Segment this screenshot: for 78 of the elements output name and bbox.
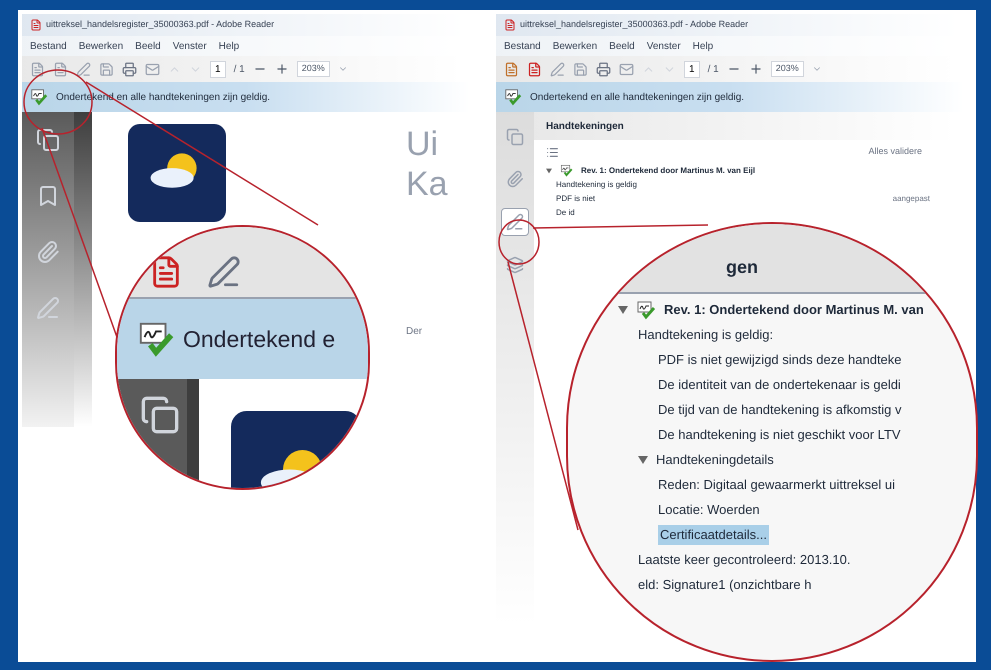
paperclip-icon <box>506 170 524 188</box>
pages-icon <box>506 128 524 146</box>
document-icon[interactable] <box>53 62 68 76</box>
signature-status-text: Ondertekend e <box>183 324 336 354</box>
tree-item[interactable]: De handtekening is niet geschikt voor LTV <box>658 425 901 445</box>
expand-triangle-icon[interactable] <box>638 455 648 465</box>
tree-item[interactable]: PDF is niet <box>556 193 596 205</box>
panel-title: Handtekeningen <box>546 120 624 134</box>
tree-item[interactable]: De identiteit van de ondertekenaar is geldi <box>658 375 901 395</box>
tree-item[interactable]: Locatie: Woerden <box>658 500 760 520</box>
tree-item[interactable]: Certificaatdetails... <box>658 525 769 545</box>
menu-item[interactable]: Beeld <box>135 38 161 54</box>
layers-icon <box>506 256 524 274</box>
zoom-in-icon[interactable] <box>274 62 289 76</box>
expand-triangle-icon[interactable] <box>546 168 552 174</box>
tree-item[interactable]: Laatste keer gecontroleerd: 2013.10. <box>638 550 850 570</box>
signature-status-text: Ondertekend en alle handtekeningen zijn geldig. <box>530 90 744 104</box>
tree-item[interactable]: Handtekening is geldig <box>556 179 637 191</box>
expand-triangle-icon[interactable] <box>618 305 628 315</box>
sidebar-button[interactable] <box>501 208 529 236</box>
edit-icon <box>207 255 241 289</box>
highlight-circle <box>498 219 540 265</box>
tree-item[interactable]: Rev. 1: Ondertekend door Martinus M. van Eijl <box>581 164 756 176</box>
menu-item[interactable]: Venster <box>646 38 681 54</box>
mail-icon[interactable] <box>619 62 634 76</box>
signature-check-icon <box>137 320 175 358</box>
signature-check-icon <box>636 300 656 320</box>
options-icon[interactable] <box>546 146 559 158</box>
page-count: / 1 <box>234 62 245 76</box>
pdf-file-icon <box>30 19 42 31</box>
document-icon[interactable] <box>504 62 519 76</box>
window-title: uittreksel_handelsregister_35000363.pdf - Adobe Reader <box>520 18 748 32</box>
page-field[interactable]: 1 <box>684 60 700 78</box>
menu-item[interactable]: Bewerken <box>552 38 598 54</box>
document-heading: Ui <box>406 124 440 164</box>
tree-item[interactable]: PDF is niet gewijzigd sinds deze handteke <box>658 350 902 370</box>
tree-item-note: aangepast <box>892 193 931 205</box>
edit-icon[interactable] <box>76 62 91 76</box>
paperclip-icon[interactable] <box>36 240 60 264</box>
pdf-file-icon <box>504 19 516 31</box>
save-icon[interactable] <box>573 62 588 76</box>
tree-item[interactable]: Rev. 1: Ondertekend door Martinus M. van <box>664 300 924 320</box>
zoom-field[interactable]: 203% <box>296 61 330 77</box>
tree-item[interactable]: De tijd van de handtekening is afkomstig v <box>658 400 902 420</box>
page-count: / 1 <box>708 62 719 76</box>
document-icon[interactable] <box>527 62 542 76</box>
validate-all-link[interactable]: Alles validere <box>868 145 954 159</box>
tree-item[interactable]: Handtekeningdetails <box>656 450 774 470</box>
tree-item[interactable]: Handtekening is geldig: <box>638 325 774 345</box>
menu-item[interactable]: Bestand <box>504 38 541 54</box>
signature-check-icon <box>560 164 573 177</box>
menu-item[interactable]: Bestand <box>30 38 67 54</box>
zoom-in-icon[interactable] <box>748 62 763 76</box>
print-icon[interactable] <box>596 62 611 76</box>
tree-item[interactable]: Reden: Digitaal gewaarmerkt uittreksel ui <box>658 475 895 495</box>
signature-check-icon <box>504 88 522 106</box>
pages-icon <box>140 395 180 435</box>
tree-item[interactable]: De id <box>556 207 575 219</box>
pages-icon[interactable] <box>36 128 60 152</box>
panel-title: gen <box>726 256 758 278</box>
menu-item[interactable]: Bewerken <box>78 38 124 54</box>
tree-item[interactable]: eld: Signature1 (onzichtbare h <box>638 575 812 595</box>
menu-item[interactable]: Beeld <box>609 38 635 54</box>
document-text: Der <box>406 325 424 339</box>
signature-icon <box>506 213 524 231</box>
edit-icon[interactable] <box>550 62 565 76</box>
page-field[interactable]: 1 <box>210 60 226 78</box>
document-heading: Ka <box>406 164 448 204</box>
window-title: uittreksel_handelsregister_35000363.pdf - Adobe Reader <box>46 18 274 32</box>
menu-item[interactable]: Venster <box>172 38 207 54</box>
zoom-field[interactable]: 203% <box>770 61 804 77</box>
menu-item[interactable]: Help <box>692 38 714 54</box>
mail-icon[interactable] <box>145 62 160 76</box>
menu-item[interactable]: Help <box>218 38 240 54</box>
save-icon[interactable] <box>99 62 114 76</box>
document-icon[interactable] <box>30 62 45 76</box>
print-icon[interactable] <box>122 62 137 76</box>
signature-check-icon <box>30 88 48 106</box>
